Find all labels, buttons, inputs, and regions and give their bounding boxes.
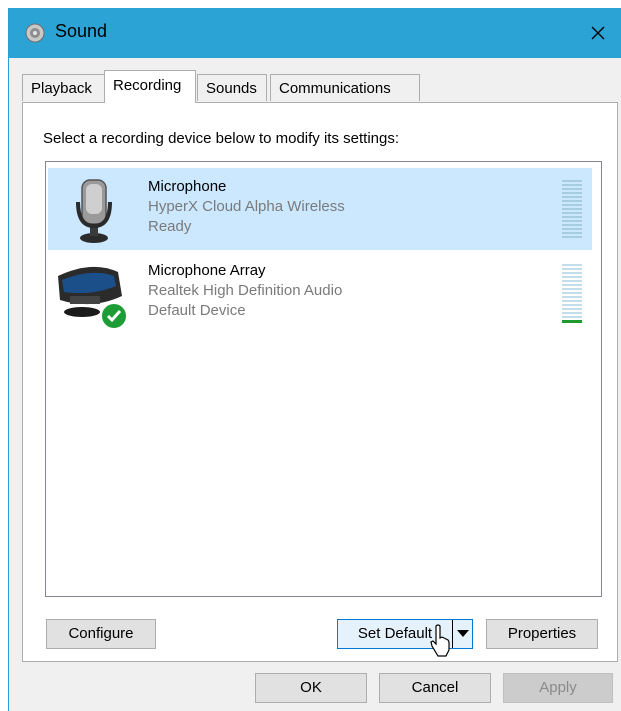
- device-item-microphone-array[interactable]: Microphone Array Realtek High Definition…: [48, 252, 592, 334]
- apply-button[interactable]: Apply: [503, 673, 613, 703]
- device-name: Microphone: [148, 178, 227, 195]
- level-meter: [562, 264, 582, 326]
- sound-dialog: Sound Playback Recording Sounds Communic…: [8, 8, 621, 711]
- device-list[interactable]: Microphone HyperX Cloud Alpha Wireless R…: [45, 161, 602, 597]
- tab-recording[interactable]: Recording: [104, 70, 196, 103]
- set-default-button[interactable]: Set Default: [337, 619, 473, 649]
- level-meter: [562, 180, 582, 242]
- cancel-button[interactable]: Cancel: [379, 673, 491, 703]
- mouse-cursor-icon: [430, 624, 450, 657]
- set-default-dropdown-arrow[interactable]: [452, 620, 472, 648]
- device-status: Ready: [148, 218, 192, 235]
- title-bar[interactable]: Sound: [9, 8, 621, 58]
- device-description: Realtek High Definition Audio: [148, 282, 343, 299]
- device-description: HyperX Cloud Alpha Wireless: [148, 198, 345, 215]
- window-title: Sound: [55, 21, 108, 41]
- headset-microphone-icon: [76, 179, 112, 243]
- tab-playback[interactable]: Playback: [22, 74, 106, 101]
- properties-button[interactable]: Properties: [486, 619, 598, 649]
- close-button[interactable]: [575, 8, 621, 58]
- default-check-icon: [100, 302, 128, 330]
- tab-sounds[interactable]: Sounds: [197, 74, 267, 101]
- configure-button[interactable]: Configure: [46, 619, 156, 649]
- tab-communications[interactable]: Communications: [270, 74, 420, 101]
- close-icon: [591, 26, 605, 40]
- recording-panel: Select a recording device below to modif…: [22, 102, 618, 662]
- speaker-icon: [25, 23, 45, 43]
- device-status: Default Device: [148, 302, 246, 319]
- device-item-microphone[interactable]: Microphone HyperX Cloud Alpha Wireless R…: [48, 168, 592, 250]
- ok-button[interactable]: OK: [255, 673, 367, 703]
- device-name: Microphone Array: [148, 262, 266, 279]
- instruction-text: Select a recording device below to modif…: [43, 130, 400, 147]
